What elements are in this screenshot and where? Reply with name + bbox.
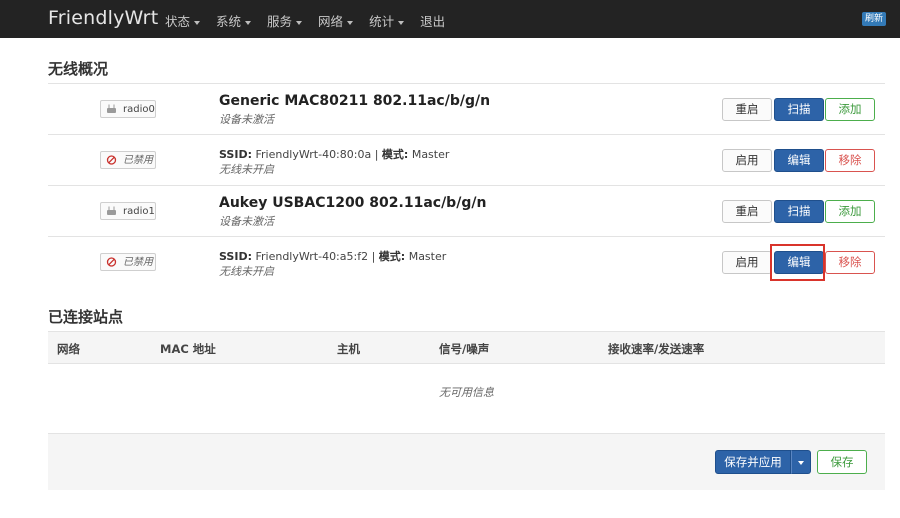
device-status: 设备未激活 — [219, 113, 274, 126]
enable-button[interactable]: 启用 — [722, 251, 772, 274]
menu-status[interactable]: 状态 — [165, 11, 201, 30]
remove-button[interactable]: 移除 — [825, 149, 875, 172]
menu-services[interactable]: 服务 — [267, 11, 303, 30]
column-mac-address: MAC 地址 — [160, 342, 216, 356]
menu-system[interactable]: 系统 — [216, 11, 252, 30]
wifi-device-icon — [107, 104, 116, 113]
scan-button[interactable]: 扫描 — [774, 98, 824, 121]
save-apply-dropdown-toggle[interactable] — [791, 450, 811, 474]
stations-title: 已连接站点 — [48, 308, 124, 326]
chevron-down-icon — [347, 20, 354, 25]
wifi-device-icon — [107, 206, 116, 215]
wifi-disabled-icon — [106, 257, 117, 267]
radio-badge: radio0 — [100, 100, 156, 118]
restart-button[interactable]: 重启 — [722, 200, 772, 223]
wifi-network-row: 已禁用 SSID: FriendlyWrt-40:a5:f2 | 模式: Mas… — [48, 237, 885, 287]
ssid-info: SSID: FriendlyWrt-40:a5:f2 | 模式: Master — [219, 250, 447, 263]
edit-button[interactable]: 编辑 — [774, 251, 824, 274]
action-bar: 保存并应用 保存 — [48, 433, 885, 490]
save-apply-button[interactable]: 保存并应用 — [715, 450, 791, 474]
brand-logo[interactable]: FriendlyWrt — [48, 7, 158, 29]
chevron-down-icon — [245, 20, 252, 25]
save-button[interactable]: 保存 — [817, 450, 867, 474]
enable-button[interactable]: 启用 — [722, 149, 772, 172]
device-status: 设备未激活 — [219, 215, 274, 228]
add-network-button[interactable]: 添加 — [825, 200, 875, 223]
device-name: Aukey USBAC1200 802.11ac/b/g/n — [219, 195, 487, 211]
wifi-disabled-icon — [106, 155, 117, 165]
column-rx-tx-rate: 接收速率/发送速率 — [608, 342, 705, 356]
remove-button[interactable]: 移除 — [825, 251, 875, 274]
network-status: 无线未开启 — [219, 163, 274, 176]
main-menu: 状态 系统 服务 网络 统计 退出 — [165, 11, 461, 30]
column-signal-noise: 信号/噪声 — [439, 342, 490, 356]
edit-button[interactable]: 编辑 — [774, 149, 824, 172]
wifi-device-row: radio1 Aukey USBAC1200 802.11ac/b/g/n 设备… — [48, 186, 885, 237]
column-host: 主机 — [337, 342, 360, 356]
device-name: Generic MAC80211 802.11ac/b/g/n — [219, 93, 491, 109]
disabled-badge: 已禁用 — [100, 151, 156, 169]
restart-button[interactable]: 重启 — [722, 98, 772, 121]
disabled-badge: 已禁用 — [100, 253, 156, 271]
wireless-overview-table: radio0 Generic MAC80211 802.11ac/b/g/n 设… — [48, 83, 885, 287]
chevron-down-icon — [194, 20, 201, 25]
top-navbar: FriendlyWrt 状态 系统 服务 网络 统计 退出 刷新 — [0, 0, 900, 38]
stations-table-header: 网络 MAC 地址 主机 信号/噪声 接收速率/发送速率 — [48, 331, 885, 364]
empty-state-text: 无可用信息 — [439, 386, 494, 399]
menu-network[interactable]: 网络 — [318, 11, 354, 30]
ssid-info: SSID: FriendlyWrt-40:80:0a | 模式: Master — [219, 148, 450, 161]
chevron-down-icon — [398, 20, 405, 25]
wifi-device-row: radio0 Generic MAC80211 802.11ac/b/g/n 设… — [48, 84, 885, 135]
radio-badge: radio1 — [100, 202, 156, 220]
chevron-down-icon — [296, 20, 303, 25]
scan-button[interactable]: 扫描 — [774, 200, 824, 223]
menu-statistics[interactable]: 统计 — [369, 11, 405, 30]
chevron-down-icon — [798, 461, 804, 465]
refresh-button[interactable]: 刷新 — [862, 12, 887, 26]
menu-logout[interactable]: 退出 — [420, 11, 445, 30]
network-status: 无线未开启 — [219, 265, 274, 278]
wifi-network-row: 已禁用 SSID: FriendlyWrt-40:80:0a | 模式: Mas… — [48, 135, 885, 186]
column-network: 网络 — [57, 342, 80, 356]
add-network-button[interactable]: 添加 — [825, 98, 875, 121]
wireless-overview-title: 无线概况 — [48, 60, 109, 78]
